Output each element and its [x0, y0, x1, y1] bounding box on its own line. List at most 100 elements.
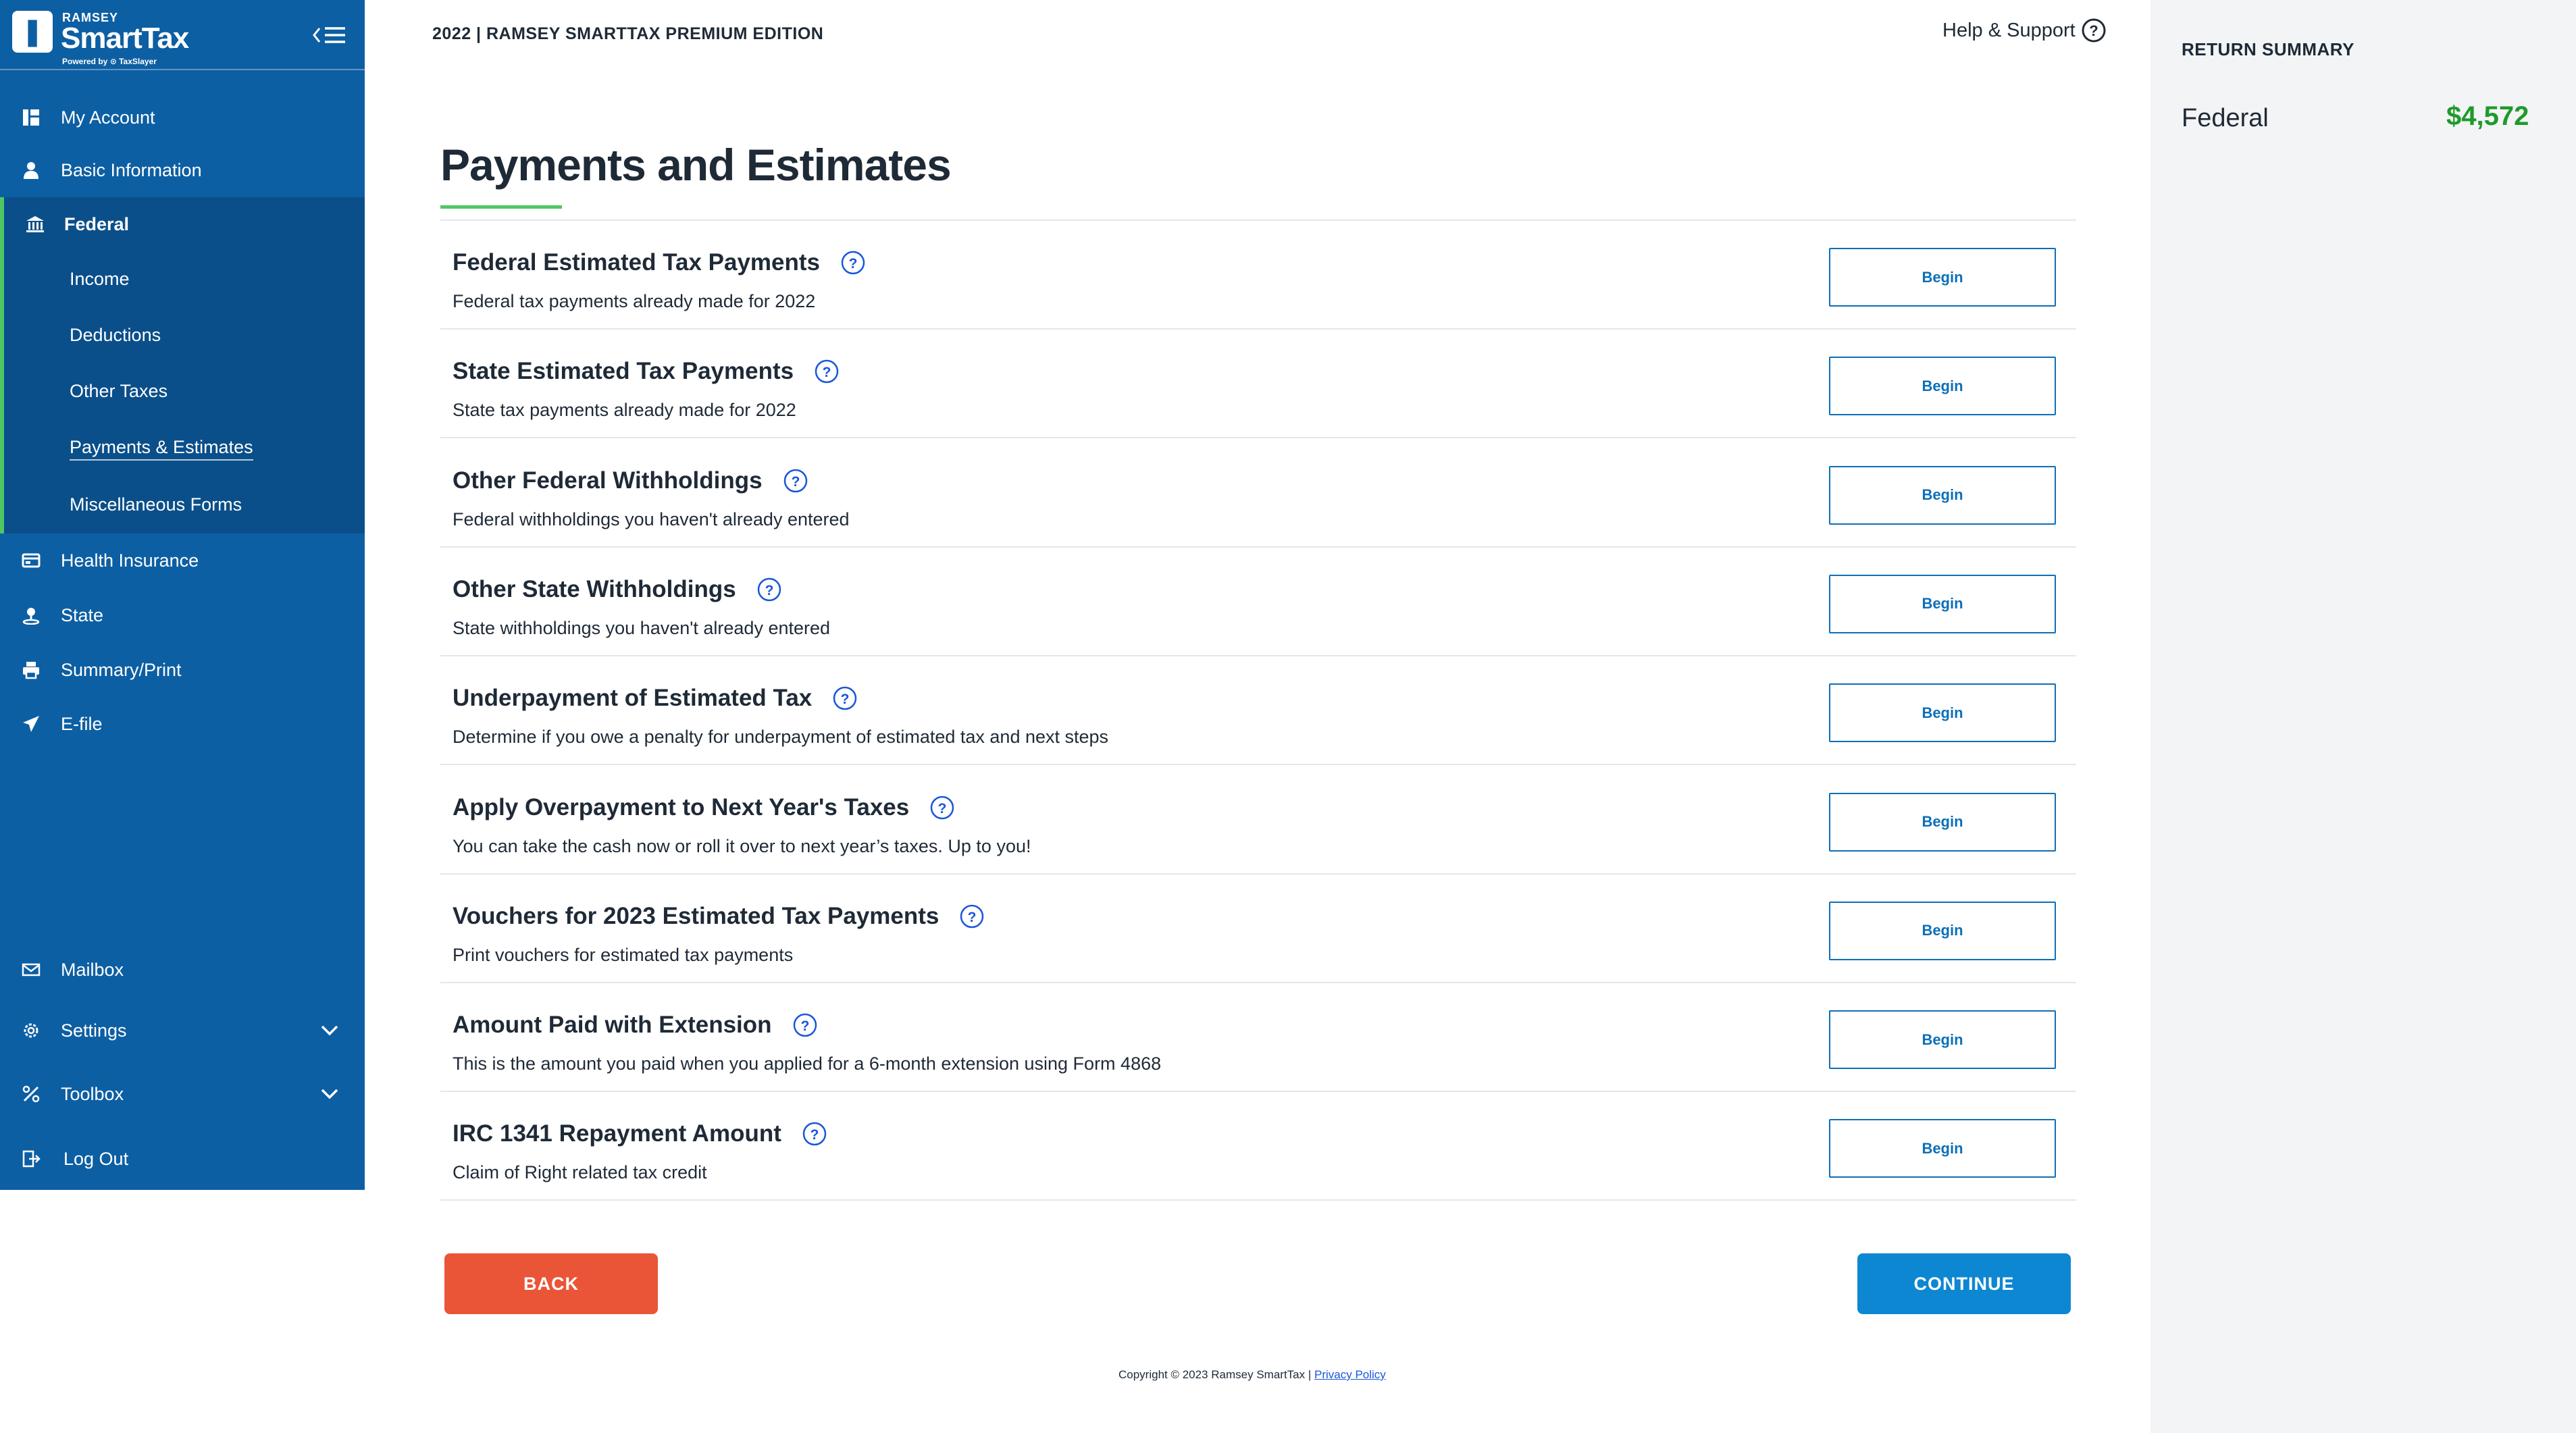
- payment-item-title-text: Amount Paid with Extension: [453, 1012, 772, 1039]
- begin-button[interactable]: Begin: [1829, 1119, 2056, 1178]
- payment-item-row: Apply Overpayment to Next Year's Taxes? Y…: [440, 766, 2076, 875]
- payment-item-description: Federal withholdings you haven't already…: [453, 509, 850, 529]
- sidebar-item-label: Health Insurance: [61, 550, 199, 571]
- payment-item-row: Underpayment of Estimated Tax? Determine …: [440, 656, 2076, 766]
- payment-item-description: Claim of Right related tax credit: [453, 1162, 707, 1183]
- return-summary-title: RETURN SUMMARY: [2182, 39, 2354, 59]
- payment-item-description: You can take the cash now or roll it ove…: [453, 835, 1031, 856]
- send-icon: [20, 713, 42, 735]
- edition-title: 2022 | RAMSEY SMARTTAX PREMIUM EDITION: [432, 24, 824, 43]
- privacy-policy-link[interactable]: Privacy Policy: [1314, 1368, 1386, 1381]
- help-circle-icon[interactable]: ?: [792, 1012, 818, 1038]
- payment-item-title-text: Underpayment of Estimated Tax: [453, 685, 813, 712]
- help-circle-icon[interactable]: ?: [802, 1121, 827, 1147]
- payment-item-title: Vouchers for 2023 Estimated Tax Payments…: [453, 903, 985, 930]
- help-circle-icon[interactable]: ?: [929, 795, 955, 820]
- help-circle-icon[interactable]: ?: [756, 577, 782, 602]
- payment-item-title-text: State Estimated Tax Payments: [453, 358, 794, 385]
- sidebar-item-label: Federal: [64, 213, 130, 234]
- begin-button[interactable]: Begin: [1829, 248, 2056, 307]
- help-circle-icon[interactable]: ?: [832, 685, 858, 711]
- sidebar-item-label: State: [61, 604, 104, 625]
- sidebar-item-basic-information[interactable]: Basic Information: [0, 143, 365, 197]
- sidebar-item-settings[interactable]: Settings: [0, 1004, 365, 1058]
- sidebar-subitem-other-taxes[interactable]: Other Taxes: [70, 381, 168, 402]
- payment-item-title: Underpayment of Estimated Tax?: [453, 685, 858, 712]
- chevron-down-icon[interactable]: [317, 1082, 342, 1106]
- sidebar-item-toolbox[interactable]: Toolbox: [0, 1067, 365, 1121]
- person-icon: [20, 159, 42, 181]
- svg-text:?: ?: [938, 801, 947, 816]
- payment-item-row: Amount Paid with Extension? This is the a…: [440, 983, 2076, 1093]
- payment-item-title: Apply Overpayment to Next Year's Taxes?: [453, 794, 955, 821]
- help-support-link[interactable]: Help & Support ?: [1942, 18, 2107, 43]
- bank-icon: [24, 213, 46, 235]
- return-summary-panel: RETURN SUMMARY Federal $4,572: [2150, 0, 2576, 1433]
- svg-text:?: ?: [765, 583, 773, 598]
- sidebar-item-label: Summary/Print: [61, 659, 182, 680]
- help-circle-icon[interactable]: ?: [959, 904, 985, 929]
- svg-text:?: ?: [810, 1127, 819, 1143]
- sidebar-item-mailbox[interactable]: Mailbox: [0, 943, 365, 997]
- sidebar-item-state[interactable]: State: [0, 588, 365, 642]
- begin-button[interactable]: Begin: [1829, 1010, 2056, 1070]
- copyright-text: Copyright © 2023 Ramsey SmartTax |: [1118, 1368, 1314, 1381]
- footer-copyright: Copyright © 2023 Ramsey SmartTax | Priva…: [1118, 1368, 1386, 1382]
- brand-powered: Powered by ⊙ TaxSlayer: [62, 57, 157, 66]
- sidebar-item-summary-print[interactable]: Summary/Print: [0, 643, 365, 697]
- sidebar-item-log-out[interactable]: Log Out: [0, 1132, 365, 1186]
- help-circle-icon: ?: [2082, 18, 2106, 43]
- payment-item-title: Amount Paid with Extension?: [453, 1012, 818, 1039]
- brand-header: ❚ RAMSEY SmartTax Powered by ⊙ TaxSlayer: [0, 0, 365, 70]
- svg-text:?: ?: [823, 365, 831, 380]
- payment-item-description: Federal tax payments already made for 20…: [453, 291, 816, 311]
- continue-button[interactable]: CONTINUE: [1857, 1253, 2071, 1314]
- sidebar-item-label: Toolbox: [61, 1083, 124, 1104]
- begin-button[interactable]: Begin: [1829, 901, 2056, 960]
- payment-item-row: Federal Estimated Tax Payments? Federal t…: [440, 221, 2076, 330]
- payment-item-row: Vouchers for 2023 Estimated Tax Payments…: [440, 875, 2076, 983]
- chevron-down-icon[interactable]: [317, 1018, 342, 1043]
- back-button[interactable]: BACK: [444, 1253, 658, 1314]
- sidebar-item-label: Settings: [61, 1020, 127, 1041]
- svg-text:?: ?: [849, 256, 858, 271]
- dashboard-icon: [20, 107, 42, 128]
- card-icon: [20, 550, 42, 571]
- sidebar-subitem-deductions[interactable]: Deductions: [70, 325, 161, 346]
- begin-button[interactable]: Begin: [1829, 683, 2056, 743]
- sidebar-item-label: Mailbox: [61, 959, 124, 980]
- help-circle-icon[interactable]: ?: [840, 250, 866, 276]
- sidebar-item-health-insurance[interactable]: Health Insurance: [0, 533, 365, 588]
- sidebar-subitem-payments-estimates[interactable]: Payments & Estimates: [70, 437, 253, 461]
- payment-item-title: Other State Withholdings?: [453, 576, 782, 603]
- begin-button[interactable]: Begin: [1829, 357, 2056, 416]
- sidebar-item-e-file[interactable]: E-file: [0, 697, 365, 751]
- payment-item-title-text: Federal Estimated Tax Payments: [453, 249, 821, 276]
- payment-item-row: State Estimated Tax Payments? State tax p…: [440, 330, 2076, 439]
- sidebar-item-federal[interactable]: Federal: [0, 197, 365, 251]
- svg-text:?: ?: [968, 910, 977, 925]
- payment-item-description: State tax payments already made for 2022: [453, 400, 796, 421]
- sidebar-item-my-account[interactable]: My Account: [0, 90, 365, 145]
- payment-item-title: IRC 1341 Repayment Amount?: [453, 1120, 827, 1147]
- help-circle-icon[interactable]: ?: [814, 359, 840, 384]
- sidebar-subitem-income[interactable]: Income: [70, 269, 130, 290]
- payment-item-title-text: Other Federal Withholdings: [453, 467, 763, 494]
- sidebar-item-label: Log Out: [63, 1148, 129, 1169]
- mail-icon: [20, 959, 42, 981]
- payment-item-row: Other State Withholdings? State withholdi…: [440, 548, 2076, 656]
- tools-icon: [20, 1083, 42, 1105]
- payment-item-description: State withholdings you haven't already e…: [453, 617, 831, 638]
- collapse-sidebar-button[interactable]: [311, 22, 349, 49]
- payment-item-row: Other Federal Withholdings? Federal withh…: [440, 439, 2076, 548]
- sidebar-subitem-miscellaneous-forms[interactable]: Miscellaneous Forms: [70, 494, 242, 515]
- help-support-label: Help & Support: [1942, 19, 2076, 41]
- begin-button[interactable]: Begin: [1829, 465, 2056, 525]
- begin-button[interactable]: Begin: [1829, 574, 2056, 633]
- begin-button[interactable]: Begin: [1829, 792, 2056, 852]
- payment-item-title: State Estimated Tax Payments?: [453, 358, 840, 385]
- sidebar: ❚ RAMSEY SmartTax Powered by ⊙ TaxSlayer…: [0, 0, 365, 1190]
- help-circle-icon[interactable]: ?: [783, 468, 808, 494]
- smarttax-logo-icon: ❚: [12, 11, 53, 53]
- brand-name: SmartTax: [61, 22, 189, 55]
